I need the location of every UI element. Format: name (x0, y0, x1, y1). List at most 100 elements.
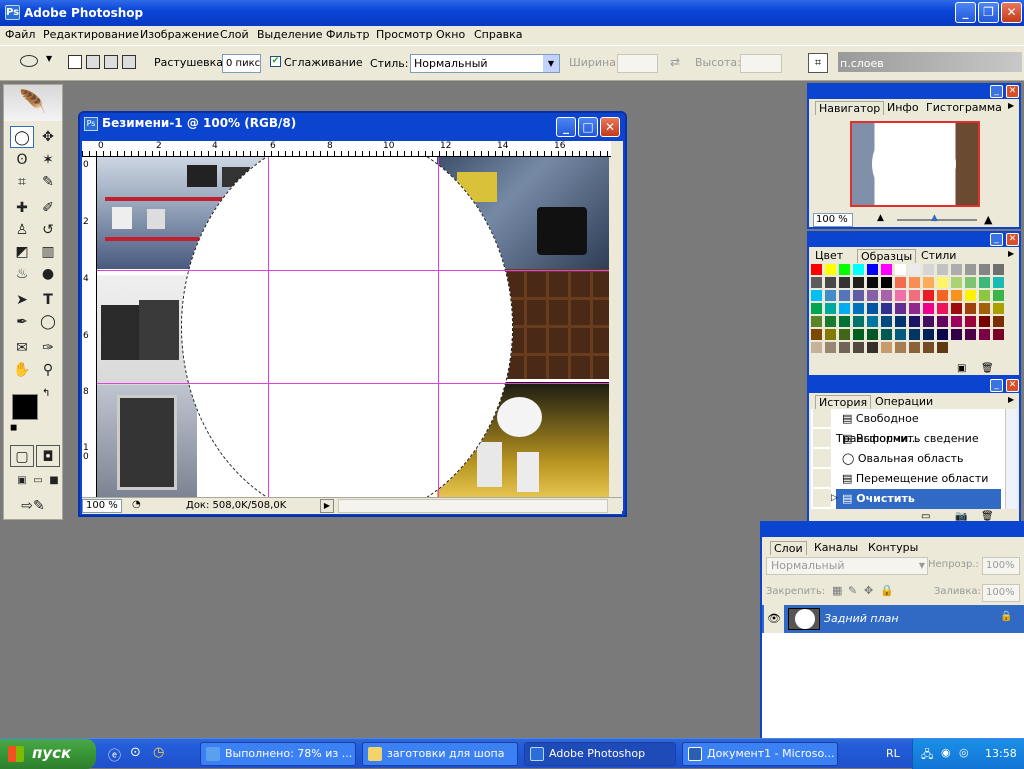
fill-input[interactable]: 100% (982, 584, 1020, 602)
color-swatch[interactable] (937, 303, 949, 315)
color-swatch[interactable] (867, 290, 879, 302)
file-browser-icon[interactable]: ⌗ (808, 53, 828, 73)
color-swatch[interactable] (965, 277, 977, 289)
color-swatch[interactable] (909, 264, 921, 276)
color-swatch[interactable] (825, 342, 837, 354)
menu-help[interactable]: Справка (474, 28, 522, 41)
chevron-down-icon[interactable]: ▼ (919, 558, 925, 574)
color-swatch[interactable] (811, 329, 823, 341)
taskbar-button-photoshop[interactable]: Adobe Photoshop (524, 742, 676, 766)
history-item[interactable]: ▤ Перемещение области (836, 469, 1001, 489)
color-swatch[interactable] (951, 303, 963, 315)
history-scrollbar[interactable] (1005, 409, 1017, 509)
color-swatch[interactable] (909, 316, 921, 328)
elliptical-marquee-icon[interactable] (20, 55, 38, 67)
tab-histogram[interactable]: Гистограмма (926, 101, 1002, 114)
taskbar-button-word[interactable]: Документ1 - Microso... (682, 742, 838, 766)
color-swatch[interactable] (825, 264, 837, 276)
color-swatch[interactable] (839, 277, 851, 289)
tab-channels[interactable]: Каналы (814, 541, 858, 554)
zoom-out-icon[interactable]: ▲ (877, 213, 884, 223)
lock-position-icon[interactable]: ✥ (864, 584, 873, 597)
panel-minimize-button[interactable]: _ (990, 233, 1003, 246)
color-swatch[interactable] (811, 316, 823, 328)
color-swatch[interactable] (839, 290, 851, 302)
color-swatch[interactable] (965, 316, 977, 328)
tab-actions[interactable]: Операции (875, 395, 933, 408)
lock-all-icon[interactable]: 🔒 (880, 584, 894, 597)
style-select[interactable]: Нормальный ▼ (410, 54, 560, 73)
color-swatch[interactable] (853, 277, 865, 289)
tab-paths[interactable]: Контуры (868, 541, 918, 554)
color-swatch[interactable] (881, 277, 893, 289)
path-selection-tool-icon[interactable]: ➤ (10, 289, 34, 311)
zoom-tool-icon[interactable]: ⚲ (36, 359, 60, 381)
color-swatch[interactable] (825, 290, 837, 302)
doc-minimize-button[interactable]: _ (556, 117, 576, 137)
layer-row[interactable]: 👁 Задний план 🔒 (762, 605, 1024, 633)
lasso-tool-icon[interactable]: ʘ (10, 149, 34, 171)
color-swatch[interactable] (895, 316, 907, 328)
foreground-color-swatch[interactable] (12, 394, 38, 420)
width-input[interactable] (617, 54, 658, 73)
start-button[interactable]: пуск (0, 739, 96, 769)
menu-image[interactable]: Изображение (140, 28, 219, 41)
shape-tool-icon[interactable]: ◯ (36, 311, 60, 333)
restore-button[interactable]: ❐ (978, 2, 999, 23)
add-selection-icon[interactable] (86, 55, 100, 69)
color-swatch[interactable] (979, 329, 991, 341)
doc-maximize-button[interactable]: □ (578, 117, 598, 137)
zoom-in-icon[interactable]: ▲ (984, 213, 992, 226)
menu-select[interactable]: Выделение (257, 28, 323, 41)
magic-wand-tool-icon[interactable]: ✶ (36, 149, 60, 171)
color-swatch[interactable] (923, 316, 935, 328)
color-swatch[interactable] (937, 277, 949, 289)
color-swatch[interactable] (937, 264, 949, 276)
color-swatch[interactable] (895, 290, 907, 302)
color-swatch[interactable] (909, 303, 921, 315)
gradient-tool-icon[interactable]: ▥ (36, 241, 60, 263)
color-swatch[interactable] (923, 303, 935, 315)
color-swatch[interactable] (923, 290, 935, 302)
color-swatch[interactable] (923, 342, 935, 354)
intersect-selection-icon[interactable] (122, 55, 136, 69)
color-swatch[interactable] (993, 329, 1005, 341)
tab-info[interactable]: Инфо (887, 101, 919, 114)
color-swatch[interactable] (867, 264, 879, 276)
panel-close-button[interactable]: ✕ (1006, 233, 1019, 246)
color-swatch[interactable] (965, 290, 977, 302)
color-swatch[interactable] (937, 342, 949, 354)
color-swatch[interactable] (979, 264, 991, 276)
color-swatch[interactable] (909, 329, 921, 341)
minimize-button[interactable]: _ (955, 2, 976, 23)
new-selection-icon[interactable] (68, 55, 82, 69)
healing-brush-tool-icon[interactable]: ✚ (10, 197, 34, 219)
blur-tool-icon[interactable]: ♨ (10, 263, 34, 285)
color-swatch[interactable] (923, 277, 935, 289)
color-swatch[interactable] (951, 316, 963, 328)
color-swatch[interactable] (881, 303, 893, 315)
dodge-tool-icon[interactable]: ● (36, 263, 60, 285)
color-swatch[interactable] (853, 316, 865, 328)
color-swatch[interactable] (825, 329, 837, 341)
color-swatch[interactable] (909, 290, 921, 302)
menu-edit[interactable]: Редактирование (43, 28, 139, 41)
color-swatch[interactable] (965, 329, 977, 341)
color-swatch[interactable] (811, 277, 823, 289)
color-swatch[interactable] (993, 264, 1005, 276)
chevron-down-icon[interactable]: ▼ (543, 55, 559, 72)
color-swatch[interactable] (895, 329, 907, 341)
menu-filter[interactable]: Фильтр (326, 28, 370, 41)
color-swatch[interactable] (839, 316, 851, 328)
crop-tool-icon[interactable]: ⌗ (10, 171, 34, 193)
move-tool-icon[interactable]: ✥ (36, 126, 60, 148)
pen-tool-icon[interactable]: ✒ (10, 311, 34, 333)
color-swatch[interactable] (867, 316, 879, 328)
color-swatch[interactable] (825, 316, 837, 328)
history-item[interactable]: ▤ Выполнить сведение (836, 429, 1001, 449)
color-swatch[interactable] (825, 277, 837, 289)
doc-close-button[interactable]: ✕ (600, 117, 620, 137)
default-colors-icon[interactable]: ◼ (10, 423, 17, 433)
color-swatch[interactable] (993, 277, 1005, 289)
color-swatch[interactable] (881, 329, 893, 341)
